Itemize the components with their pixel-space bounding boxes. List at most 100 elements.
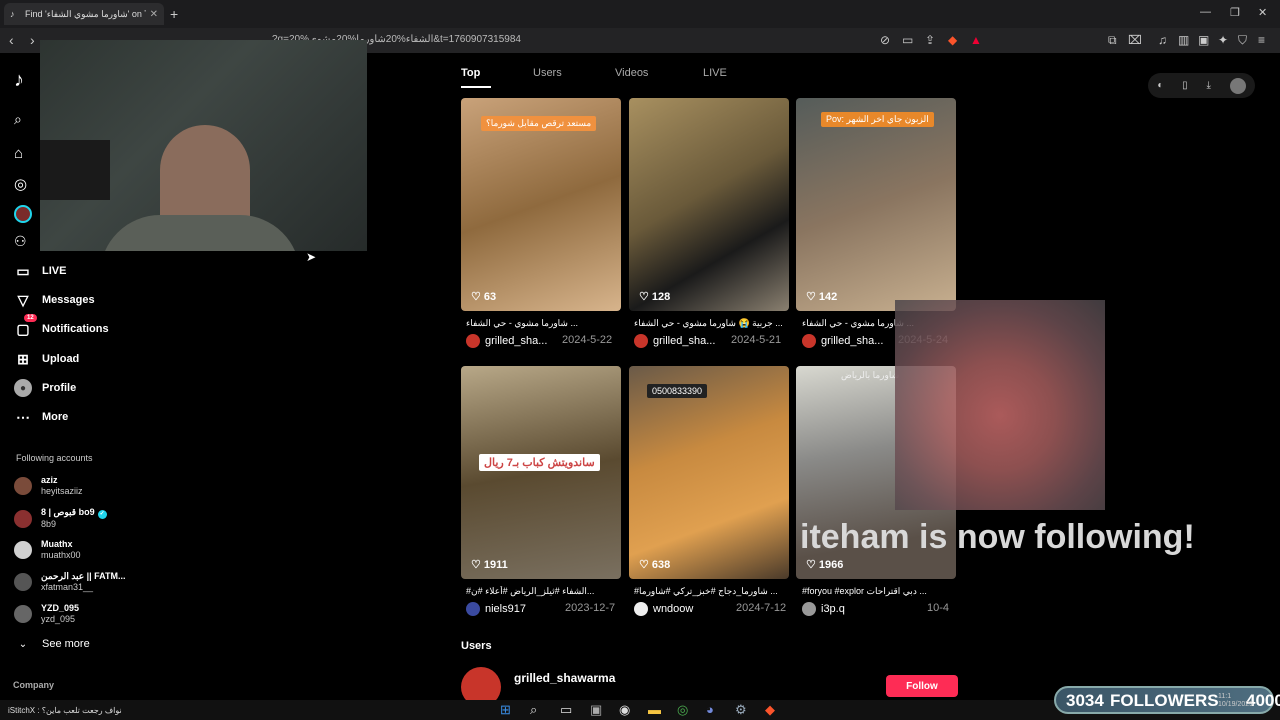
account-item[interactable]: 8 | قبوص bo9 ✓ 8b9 <box>14 507 107 530</box>
video-card[interactable]: Pov: الزبون جاي اخر الشهر ♡ 142 <box>796 98 956 311</box>
nav-notifications[interactable]: ▢ 12 Notifications <box>14 314 109 338</box>
video-caption[interactable]: شاورما مشوي - حي الشفاء ... <box>466 318 621 329</box>
menu-icon[interactable]: ≡ <box>1258 33 1265 47</box>
likes-count: ♡ 63 <box>471 291 497 303</box>
video-card[interactable]: ♡ 128 <box>629 98 789 311</box>
restore-icon[interactable]: ❐ <box>1230 6 1240 19</box>
account-handle: heyitsaziiz <box>41 486 83 496</box>
store-icon[interactable]: ▣ <box>590 702 602 718</box>
video-overlay-text: مستعد ترقص مقابل شورما؟ <box>481 116 597 131</box>
brave-icon[interactable]: ◆ <box>765 702 775 718</box>
account-item[interactable]: YZD_095 yzd_095 <box>14 603 79 625</box>
tab-users[interactable]: Users <box>533 67 562 79</box>
follow-alert-text: iteham is now following! <box>800 518 1195 556</box>
nav-messages[interactable]: ▽ Messages <box>14 291 95 309</box>
account-handle: xfatman31__ <box>41 582 94 592</box>
phone-icon[interactable]: ▯ <box>1182 80 1188 91</box>
back-icon[interactable]: ‹ <box>9 32 14 48</box>
user-avatar-icon[interactable] <box>1229 77 1246 94</box>
file-explorer-icon[interactable]: ▬ <box>648 702 661 717</box>
pip-icon[interactable]: ◐ <box>1157 80 1163 91</box>
share-icon[interactable]: ⇪ <box>925 33 935 47</box>
account-name: 8 | قبوص bo9 <box>41 507 95 517</box>
account-name: YZD_095 <box>41 603 80 613</box>
task-view-icon[interactable]: ▭ <box>560 702 572 718</box>
tiktok-logo-icon[interactable]: ♪ <box>14 69 24 92</box>
avatar <box>802 334 816 348</box>
taskbar-search-icon[interactable]: ⌕ <box>530 702 537 718</box>
video-caption[interactable]: #الشفاء #ثيلز_الرياض #أعلاء #ن... <box>466 586 621 597</box>
close-tab-icon[interactable]: ✕ <box>150 9 158 20</box>
new-tab-icon[interactable]: + <box>170 6 178 22</box>
video-author[interactable]: wndoow <box>634 602 693 616</box>
video-overlay-text: شاورما بالرياض <box>841 370 900 380</box>
user-result-name[interactable]: grilled_shawarma <box>514 671 615 685</box>
video-author[interactable]: grilled_sha... <box>634 334 715 348</box>
sidebar-icon[interactable]: ▥ <box>1178 33 1189 47</box>
video-caption[interactable]: #foryou #explor دبي اقتراحات ... <box>802 586 957 597</box>
likes-count: ♡ 1966 <box>806 559 844 571</box>
see-more-label: See more <box>42 638 90 650</box>
video-author[interactable]: niels917 <box>466 602 526 616</box>
video-caption[interactable]: #شاورما_دجاج #خبز_تركي #شاورما ... <box>634 586 789 597</box>
nav-live-label: LIVE <box>42 265 67 277</box>
download-icon[interactable]: ⤓ <box>1206 80 1210 91</box>
video-card[interactable]: 0500833390 ♡ 638 <box>629 366 789 579</box>
followers-count: 3034 <box>1066 691 1104 710</box>
chrome-icon[interactable]: ◎ <box>677 702 688 718</box>
nav-upload[interactable]: ⊞ Upload <box>14 350 79 368</box>
tab-videos[interactable]: Videos <box>615 67 648 79</box>
profile-icon: ● <box>14 379 32 397</box>
no-tracking-icon[interactable]: ⊘ <box>880 33 890 47</box>
windows-start-icon[interactable]: ⊞ <box>500 702 511 718</box>
video-author[interactable]: grilled_sha... <box>802 334 883 348</box>
following-avatar-icon[interactable] <box>14 205 32 223</box>
video-card[interactable]: ساندويتش كباب بـ7 ريال ♡ 1911 <box>461 366 621 579</box>
minimize-icon[interactable]: — <box>1200 6 1211 18</box>
screen-icon[interactable]: ▭ <box>902 33 913 47</box>
address-bar[interactable]: ?q=الشفاء%20شاورما%20مشوي%20&t=176090731… <box>262 31 962 49</box>
browser-tab[interactable]: ♪ Find 'شاورما مشوي الشفاء' on Tik... ✕ <box>4 3 164 25</box>
video-caption[interactable]: جربية 😭 شاورما مشوي - حي الشفاء ... <box>634 318 789 329</box>
tab-live[interactable]: LIVE <box>703 67 727 79</box>
wallet-icon[interactable]: ▣ <box>1198 33 1209 47</box>
account-item[interactable]: aziz heyitsaziiz <box>14 475 83 497</box>
account-item[interactable]: Muathx muathx00 <box>14 539 81 561</box>
account-item[interactable]: عبد الرحمن || FATM... xfatman31__ <box>14 571 126 593</box>
right-toolbar: ◐ ▯ ⤓ <box>1148 73 1255 98</box>
home-icon[interactable]: ⌂ <box>14 145 23 162</box>
likes-count: ♡ 638 <box>639 559 671 571</box>
nav-live[interactable]: ▭ LIVE <box>14 262 66 280</box>
nav-profile[interactable]: ● Profile <box>14 379 76 397</box>
obs-icon[interactable]: ◉ <box>619 702 630 718</box>
video-author[interactable]: grilled_sha... <box>466 334 547 348</box>
video-card[interactable]: مستعد ترقص مقابل شورما؟ ♡ 63 <box>461 98 621 311</box>
see-more-button[interactable]: ⌄ See more <box>14 635 90 653</box>
vpn-icon[interactable]: ⛉ <box>1238 33 1247 48</box>
friends-icon[interactable]: ⚇ <box>14 233 27 250</box>
avatar <box>634 334 648 348</box>
nav-more[interactable]: ⋯ More <box>14 408 68 426</box>
music-icon[interactable]: ♫ <box>1158 33 1167 47</box>
forward-icon[interactable]: › <box>30 32 35 48</box>
discord-icon[interactable]: ◕ <box>706 702 714 717</box>
explore-icon[interactable]: ◎ <box>14 175 27 193</box>
system-clock: 11:1 10/19/2025 <box>1218 693 1254 708</box>
close-window-icon[interactable]: ✕ <box>1258 6 1267 19</box>
brave-rewards-icon[interactable]: ▲ <box>970 33 982 47</box>
video-date: 2024-5-22 <box>562 334 613 346</box>
video-author[interactable]: i3p.q <box>802 602 845 616</box>
chat-line: iStitchX : نواف رجعت تلعب ماين؟ <box>8 706 122 715</box>
tab-top[interactable]: Top <box>461 67 480 79</box>
avatar <box>634 602 648 616</box>
follow-button[interactable]: Follow <box>886 675 958 697</box>
search-icon[interactable]: ⌕ <box>14 111 22 128</box>
video-overlay-text: 0500833390 <box>647 384 708 398</box>
extensions-icon[interactable]: ⧉ <box>1108 33 1117 48</box>
leo-ai-icon[interactable]: ✦ <box>1218 33 1228 47</box>
tab-search-icon[interactable]: ⌧ <box>1128 33 1142 47</box>
brave-shield-icon[interactable]: ◆ <box>948 33 957 47</box>
steam-icon[interactable]: ⚙ <box>735 702 747 718</box>
avatar <box>466 602 480 616</box>
company-link[interactable]: Company <box>13 680 54 690</box>
